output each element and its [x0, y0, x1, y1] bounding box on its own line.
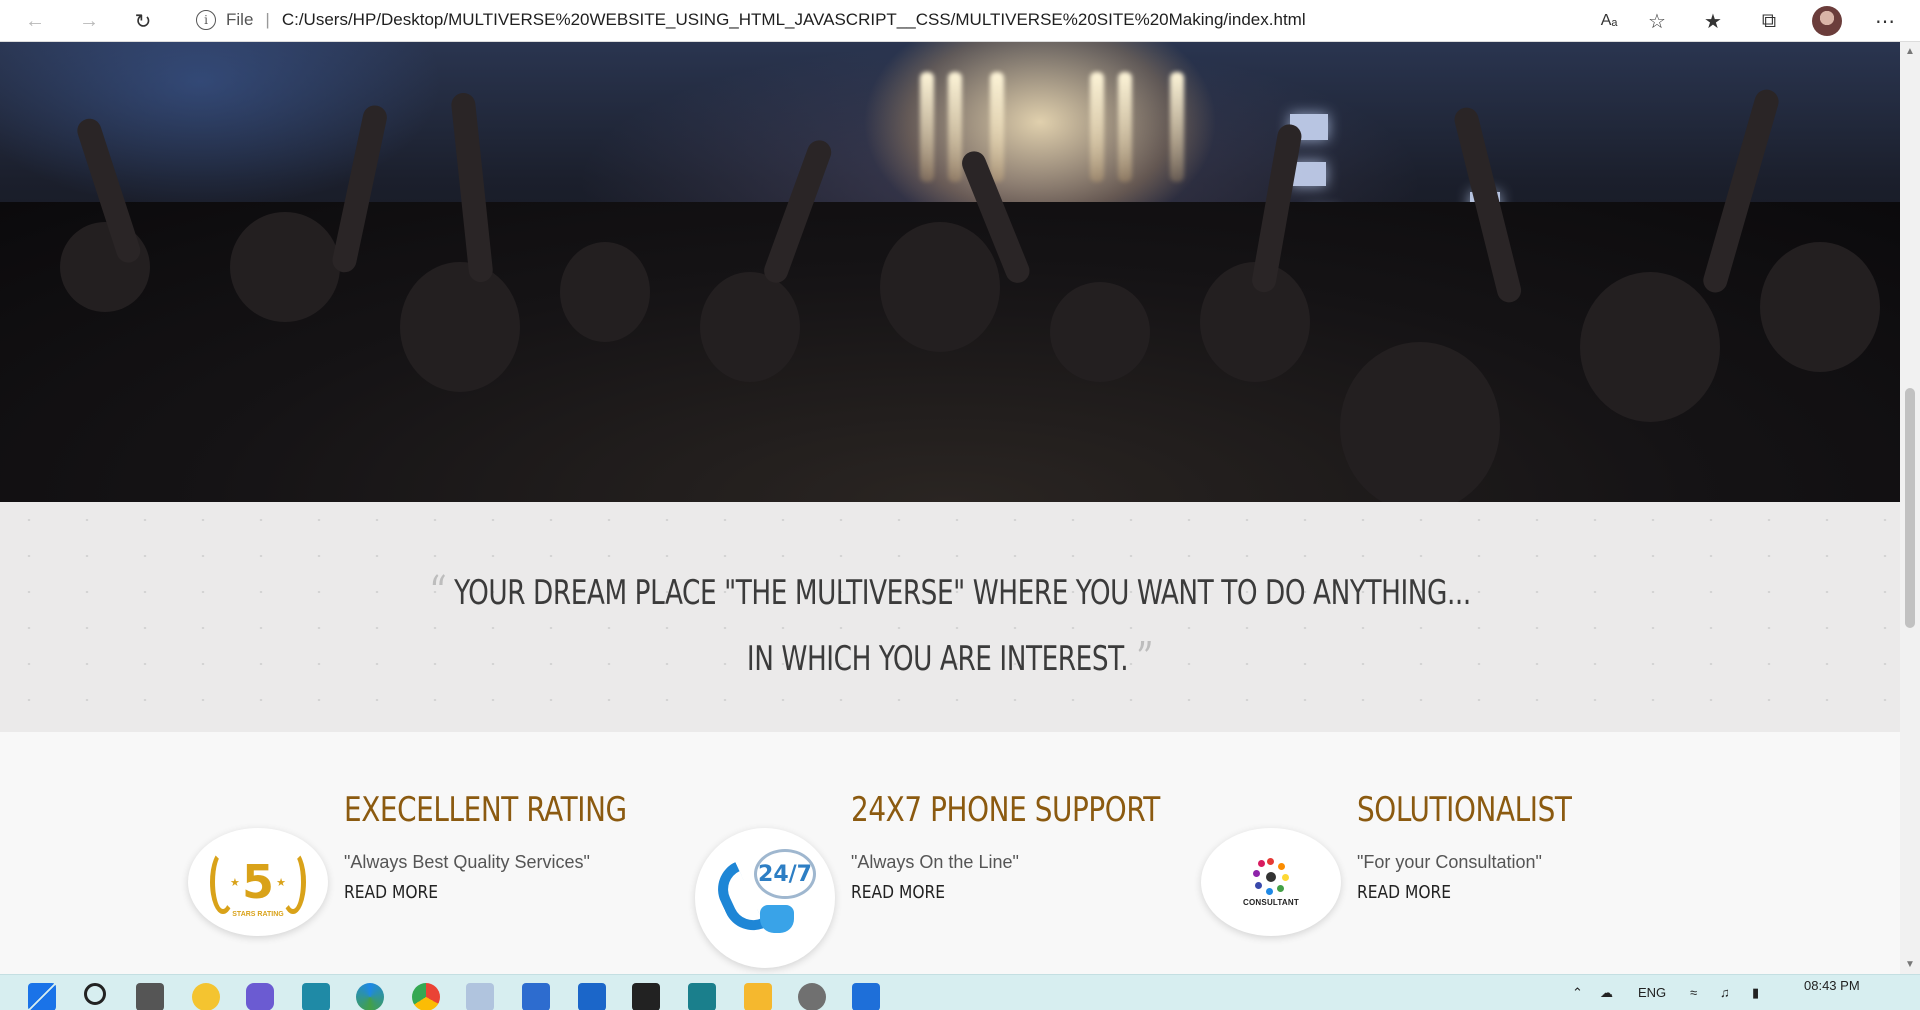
wifi-icon[interactable]: ≈ [1690, 985, 1697, 1000]
teams-chat-icon[interactable] [246, 983, 274, 1010]
consultant-label: CONSULTANT [1243, 897, 1299, 907]
page-scrollbar[interactable]: ▲ ▼ [1900, 42, 1920, 974]
features-section: ★ ★ 5 STARS RATING EXECELLENT RATING "Al… [0, 732, 1900, 974]
feature-subtitle: "Always Best Quality Services" [344, 852, 590, 872]
more-options-icon[interactable]: ⋯ [1868, 4, 1902, 38]
feature-subtitle: "Always On the Line" [851, 852, 1019, 872]
scroll-up-icon[interactable]: ▲ [1905, 46, 1915, 57]
forward-arrow-icon[interactable]: → [74, 6, 104, 36]
site-info-icon[interactable]: i [196, 10, 216, 30]
address-separator: | [265, 10, 270, 29]
battery-icon[interactable]: ▮ [1752, 985, 1759, 1001]
quote-line-2: IN WHICH YOU ARE INTEREST. [746, 639, 1129, 679]
read-more-link[interactable]: READ MORE [1357, 882, 1451, 903]
file-explorer-icon[interactable] [744, 983, 772, 1010]
feature-phone-support: 24/7 24X7 PHONE SUPPORT "Always On the L… [695, 790, 1175, 968]
notepad-icon[interactable] [852, 983, 880, 1010]
rating-badge-text: STARS RATING [232, 911, 284, 918]
phone-support-icon: 24/7 [695, 828, 835, 968]
back-arrow-icon[interactable]: ← [20, 6, 50, 36]
read-more-link[interactable]: READ MORE [851, 882, 945, 903]
browser-toolbar: ← → ↻ i File | C:/Users/HP/Desktop/MULTI… [0, 0, 1920, 42]
feature-title: EXECELLENT RATING [344, 790, 627, 830]
address-bar[interactable]: i File | C:/Users/HP/Desktop/MULTIVERSE%… [180, 3, 1620, 37]
windows-taskbar: ⌃ ☁ ENG ≈ ♫ ▮ 08:43 PM [0, 974, 1920, 1010]
clock-time[interactable]: 08:43 PM [1804, 978, 1860, 993]
quote-section: “ YOUR DREAM PLACE "THE MULTIVERSE" WHER… [0, 502, 1900, 742]
feature-subtitle: "For your Consultation" [1357, 852, 1542, 872]
mail-icon[interactable] [578, 983, 606, 1010]
five-star-rating-icon: ★ ★ 5 STARS RATING [188, 828, 328, 936]
scroll-down-icon[interactable]: ▼ [1905, 959, 1915, 970]
close-quote-mark: ” [1136, 633, 1154, 684]
search-icon[interactable] [84, 983, 106, 1005]
read-more-link[interactable]: READ MORE [344, 882, 438, 903]
quote-text: “ YOUR DREAM PLACE "THE MULTIVERSE" WHER… [133, 560, 1767, 692]
url-text[interactable]: C:/Users/HP/Desktop/MULTIVERSE%20WEBSITE… [282, 10, 1306, 30]
profile-avatar[interactable] [1810, 4, 1844, 38]
language-indicator[interactable]: ENG [1638, 985, 1666, 1000]
store-icon[interactable] [522, 983, 550, 1010]
add-favorite-icon[interactable]: ☆ [1640, 4, 1674, 38]
scrollbar-thumb[interactable] [1905, 388, 1915, 628]
feature-title: 24X7 PHONE SUPPORT [851, 790, 1160, 830]
volume-icon[interactable]: ♫ [1720, 985, 1730, 1000]
file-label: File [226, 10, 254, 29]
feature-rating: ★ ★ 5 STARS RATING EXECELLENT RATING "Al… [188, 790, 668, 950]
show-hidden-icons[interactable]: ⌃ [1572, 985, 1583, 1001]
quote-line-1: YOUR DREAM PLACE "THE MULTIVERSE" WHERE … [454, 573, 1471, 613]
photos-icon[interactable] [466, 983, 494, 1010]
widgets-icon[interactable] [192, 983, 220, 1010]
favorites-icon[interactable]: ★ [1696, 4, 1730, 38]
app-icon[interactable] [688, 983, 716, 1010]
dropbox-icon[interactable] [632, 983, 660, 1010]
onedrive-icon[interactable]: ☁ [1600, 985, 1613, 1001]
page-viewport: “ YOUR DREAM PLACE "THE MULTIVERSE" WHER… [0, 42, 1900, 974]
read-aloud-icon[interactable]: Aₐ [1592, 4, 1626, 38]
chrome-browser-icon[interactable] [412, 983, 440, 1010]
consultant-logo-icon: CONSULTANT [1201, 828, 1341, 936]
phone-badge-text: 24/7 [754, 849, 816, 899]
settings-icon[interactable] [798, 983, 826, 1010]
start-menu-icon[interactable] [28, 983, 56, 1010]
task-view-icon[interactable] [136, 983, 164, 1010]
rating-number: 5 [241, 855, 274, 909]
hero-concert-image [0, 42, 1900, 502]
feature-title: SOLUTIONALIST [1357, 790, 1572, 830]
app-icon[interactable] [302, 983, 330, 1010]
reload-icon[interactable]: ↻ [128, 6, 158, 36]
open-quote-mark: “ [429, 567, 447, 618]
edge-browser-icon[interactable] [356, 983, 384, 1010]
collections-icon[interactable]: ⧉ [1752, 4, 1786, 38]
feature-solutionalist: CONSULTANT SOLUTIONALIST "For your Consu… [1201, 790, 1681, 950]
